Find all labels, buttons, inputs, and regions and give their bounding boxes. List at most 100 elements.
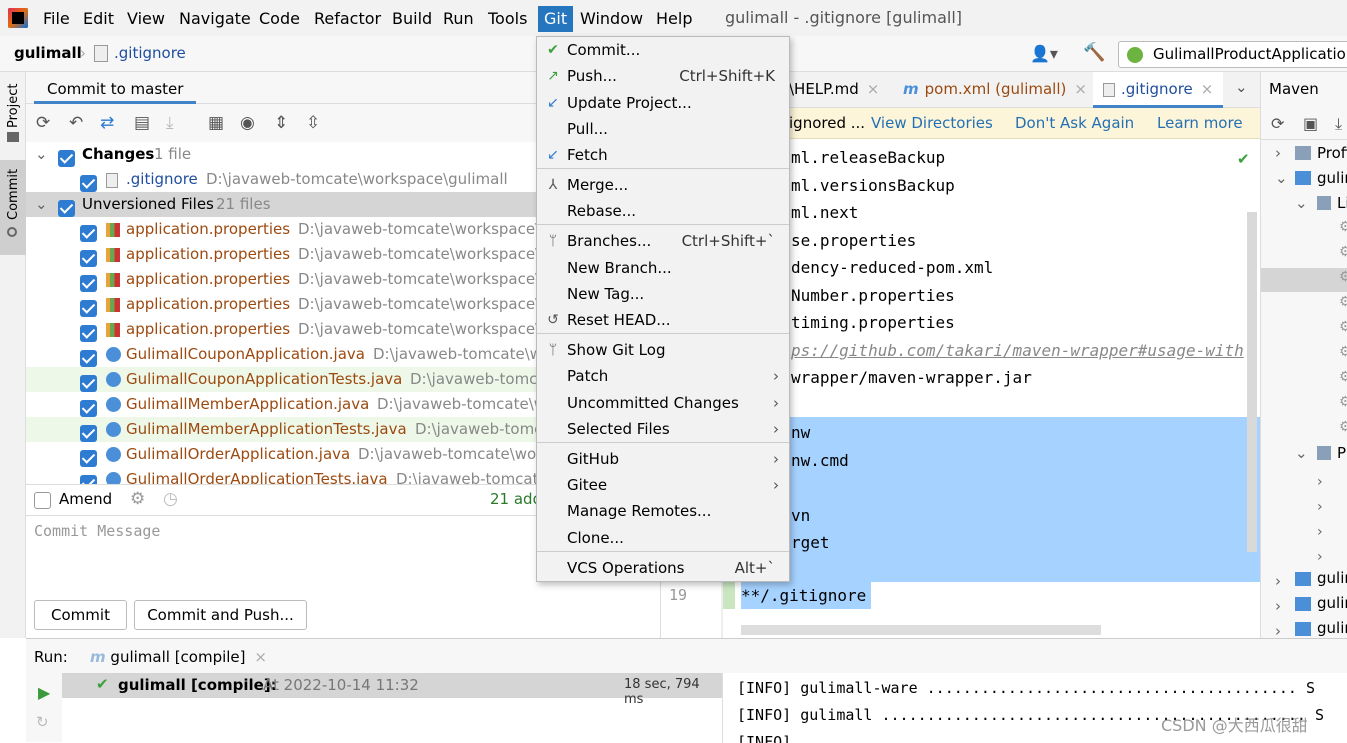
file-checkbox[interactable]: [80, 450, 97, 467]
close-icon[interactable]: ×: [1201, 80, 1214, 98]
build-tree-row[interactable]: ✔ gulimall [compile]: At 2022-10-14 11:3…: [62, 673, 722, 707]
file-checkbox[interactable]: [80, 225, 97, 242]
maven-item[interactable]: gulir: [1317, 169, 1347, 187]
group-by-icon[interactable]: ▦: [208, 113, 224, 133]
git-menu-item[interactable]: Gitee ›: [537, 472, 789, 498]
code-line[interactable]: vn: [791, 502, 810, 529]
rerun-play-icon[interactable]: ▶: [38, 683, 50, 702]
breadcrumb-project[interactable]: gulimall: [14, 44, 82, 62]
view-directories-link[interactable]: View Directories: [871, 114, 993, 132]
file-checkbox[interactable]: [80, 350, 97, 367]
close-icon[interactable]: ×: [867, 80, 880, 98]
editor-scrollbar[interactable]: [1247, 212, 1257, 552]
code-line[interactable]: **/.gitignore: [741, 582, 866, 609]
learn-more-link[interactable]: Learn more: [1157, 114, 1243, 132]
maven-item[interactable]: gulir: [1317, 619, 1347, 637]
git-menu-item[interactable]: VCS Operations Alt+`: [537, 555, 789, 581]
project-tool-button[interactable]: Project: [0, 72, 26, 152]
menu-edit[interactable]: Edit: [83, 8, 114, 30]
git-menu-item[interactable]: Clone...: [537, 525, 789, 551]
view-options-eye-icon[interactable]: ◉: [240, 113, 255, 133]
git-menu-item[interactable]: ↺ Reset HEAD...: [537, 307, 789, 333]
tabs-dropdown-chevron-icon[interactable]: ⌄: [1235, 78, 1248, 96]
close-icon[interactable]: ×: [254, 648, 267, 666]
debug-icon[interactable]: ↻: [36, 713, 49, 731]
changed-file-checkbox[interactable]: [80, 175, 97, 192]
git-menu-item[interactable]: Patch ›: [537, 363, 789, 389]
menu-window[interactable]: Window: [580, 8, 643, 30]
git-menu-item[interactable]: ↗ Push... Ctrl+Shift+K: [537, 63, 789, 89]
git-menu-item[interactable]: New Branch...: [537, 255, 789, 281]
git-menu-item[interactable]: ᛘ Branches... Ctrl+Shift+`: [537, 228, 789, 254]
menu-git[interactable]: Git: [538, 6, 574, 32]
code-line[interactable]: ml.versionsBackup: [791, 172, 955, 199]
breadcrumb-file[interactable]: .gitignore: [114, 44, 186, 62]
git-menu-item[interactable]: Selected Files ›: [537, 416, 789, 442]
git-menu-item[interactable]: Manage Remotes...: [537, 498, 789, 524]
build-hammer-icon[interactable]: 🔨: [1083, 42, 1105, 63]
menu-file[interactable]: File: [43, 8, 70, 30]
code-line[interactable]: timing.properties: [791, 309, 955, 336]
close-icon[interactable]: ×: [1074, 80, 1087, 98]
git-menu-item[interactable]: ✔ Commit...: [537, 37, 789, 63]
git-menu-item[interactable]: Uncommitted Changes ›: [537, 390, 789, 416]
commit-to-master-tab[interactable]: Commit to master: [34, 72, 197, 104]
commit-button[interactable]: Commit: [34, 600, 127, 630]
menu-build[interactable]: Build: [392, 8, 432, 30]
file-checkbox[interactable]: [80, 325, 97, 342]
menu-help[interactable]: Help: [656, 8, 692, 30]
diff-icon[interactable]: ⇄: [100, 113, 114, 133]
tab-gitignore[interactable]: .gitignore ×: [1093, 72, 1223, 108]
tab-pom-xml[interactable]: m pom.xml (gulimall) ×: [903, 80, 1087, 98]
file-checkbox[interactable]: [80, 425, 97, 442]
git-menu-item[interactable]: GitHub ›: [537, 446, 789, 472]
code-line[interactable]: ml.next: [791, 199, 858, 226]
git-menu-item[interactable]: Pull...: [537, 116, 789, 142]
menu-navigate[interactable]: Navigate: [179, 8, 251, 30]
unversioned-checkbox[interactable]: [58, 200, 75, 217]
git-menu-item[interactable]: ⅄ Merge...: [537, 172, 789, 198]
settings-gear-icon[interactable]: ⚙: [130, 489, 145, 509]
maven-item[interactable]: Profi: [1317, 144, 1347, 162]
maven-item[interactable]: gulir: [1317, 569, 1347, 587]
menu-run[interactable]: Run: [443, 8, 474, 30]
code-line[interactable]: se.properties: [791, 227, 916, 254]
collapse-all-icon[interactable]: ⇳: [306, 113, 320, 133]
file-checkbox[interactable]: [80, 375, 97, 392]
history-clock-icon[interactable]: ◷: [163, 489, 178, 509]
tab-help-md[interactable]: \HELP.md ×: [789, 80, 879, 98]
code-line[interactable]: dency-reduced-pom.xml: [791, 254, 993, 281]
code-line[interactable]: ml.releaseBackup: [791, 144, 945, 171]
code-line[interactable]: rget: [791, 529, 830, 556]
add-maven-project-icon[interactable]: ▣: [1303, 114, 1318, 133]
maven-item[interactable]: P: [1337, 444, 1346, 462]
git-menu-item[interactable]: Rebase...: [537, 198, 789, 224]
git-menu-item[interactable]: ↙ Update Project...: [537, 90, 789, 116]
code-line[interactable]: nw: [791, 419, 810, 446]
run-config-selector[interactable]: GulimallProductApplication: [1118, 41, 1347, 68]
git-menu-item[interactable]: ↙ Fetch: [537, 142, 789, 168]
changelist-icon[interactable]: ▤: [134, 113, 150, 133]
user-icon[interactable]: 👤▾: [1030, 44, 1058, 63]
amend-checkbox[interactable]: [34, 492, 51, 509]
maven-item[interactable]: Li: [1337, 194, 1347, 212]
file-checkbox[interactable]: [80, 275, 97, 292]
horizontal-scrollbar[interactable]: [741, 625, 1101, 635]
run-tab[interactable]: m gulimall [compile] ×: [90, 648, 267, 666]
code-line[interactable]: Number.properties: [791, 282, 955, 309]
menu-code[interactable]: Code: [259, 8, 300, 30]
commit-message-input[interactable]: Commit Message: [34, 522, 160, 540]
dont-ask-again-link[interactable]: Don't Ask Again: [1015, 114, 1134, 132]
menu-tools[interactable]: Tools: [488, 8, 527, 30]
menu-view[interactable]: View: [127, 8, 165, 30]
maven-item[interactable]: gulir: [1317, 594, 1347, 612]
code-line[interactable]: ps://github.com/takari/maven-wrapper#usa…: [791, 337, 1244, 364]
file-checkbox[interactable]: [80, 400, 97, 417]
git-menu-item[interactable]: New Tag...: [537, 281, 789, 307]
changes-checkbox[interactable]: [58, 150, 75, 167]
menu-refactor[interactable]: Refactor: [314, 8, 381, 30]
code-line[interactable]: nw.cmd: [791, 447, 849, 474]
reload-icon[interactable]: ⟳: [1271, 114, 1284, 133]
file-checkbox[interactable]: [80, 300, 97, 317]
code-line[interactable]: wrapper/maven-wrapper.jar: [791, 364, 1032, 391]
